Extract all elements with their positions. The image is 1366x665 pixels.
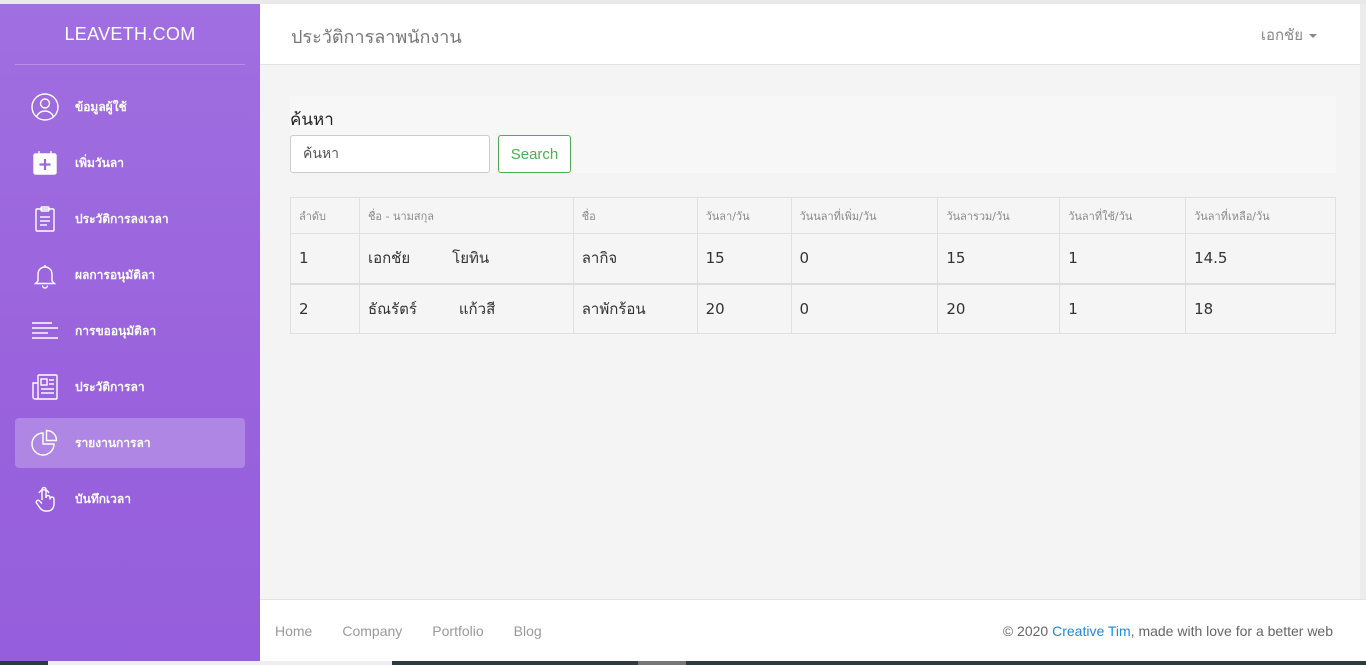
sidebar-item-label: ข้อมูลผู้ใช้ xyxy=(75,99,127,114)
sidebar-item-leave-history[interactable]: ประวัติการลา xyxy=(15,362,245,412)
search-title: ค้นหา xyxy=(290,110,334,130)
os-taskbar-edge xyxy=(0,661,1366,665)
cell-remaining-days: 14.5 xyxy=(1185,233,1336,284)
cell-leave-days: 15 xyxy=(696,233,792,284)
pie-chart-icon xyxy=(30,428,60,458)
page-title: ประวัติการลาพนักงาน xyxy=(291,27,462,48)
search-button[interactable]: Search xyxy=(498,135,571,173)
copyright-suffix: , made with love for a better web xyxy=(1130,623,1333,639)
last-name: แก้วสี xyxy=(458,299,496,318)
newspaper-icon xyxy=(30,372,60,402)
column-header: วันนลาที่เพิ่ม/วัน xyxy=(790,197,939,234)
sidebar-item-approval-result[interactable]: ผลการอนุมัติลา xyxy=(15,250,245,300)
column-header: วันลา/วัน xyxy=(696,197,792,234)
user-name: เอกชัย xyxy=(1260,26,1303,44)
column-header: ชื่อ xyxy=(572,197,698,234)
sidebar-item-label: บันทึกเวลา xyxy=(75,491,131,506)
cell-fullname: เอกชัย โยทิน xyxy=(358,233,574,284)
clipboard-icon xyxy=(30,204,60,234)
footer-link-company[interactable]: Company xyxy=(342,623,402,639)
column-header: ชื่อ - นามสกุล xyxy=(358,197,574,234)
calendar-plus-icon xyxy=(30,148,60,178)
search-panel: ค้นหา Search xyxy=(290,96,1336,173)
first-name: เอกชัย xyxy=(367,249,411,268)
taskbar-segment xyxy=(638,661,686,665)
footer: Home Company Portfolio Blog © 2020 Creat… xyxy=(260,599,1366,661)
sidebar-item-label: ผลการอนุมัติลา xyxy=(75,267,156,282)
sidebar-item-time-history[interactable]: ประวัติการลงเวลา xyxy=(15,194,245,244)
cell-total-days: 15 xyxy=(937,233,1061,284)
footer-link-blog[interactable]: Blog xyxy=(514,623,542,639)
cell-no: 1 xyxy=(290,233,360,284)
table-header-row: ลำดับ ชื่อ - นามสกุล ชื่อ วันลา/วัน วันน… xyxy=(290,197,1336,234)
footer-link-home[interactable]: Home xyxy=(275,623,312,639)
cell-fullname: ธัณรัตร์ แก้วสี xyxy=(358,282,574,334)
cell-total-days: 20 xyxy=(937,282,1061,334)
footer-link-portfolio[interactable]: Portfolio xyxy=(432,623,483,639)
leave-report-table: ลำดับ ชื่อ - นามสกุล ชื่อ วันลา/วัน วันน… xyxy=(290,197,1336,334)
cell-leave-days: 20 xyxy=(696,282,792,334)
user-dropdown[interactable]: เอกชัย xyxy=(1261,23,1317,47)
browser-top-edge xyxy=(0,0,1366,4)
sidebar-item-leave-report[interactable]: รายงานการลา xyxy=(15,418,245,468)
copyright-prefix: © 2020 xyxy=(1002,623,1053,639)
hand-pointer-icon xyxy=(30,484,60,514)
footer-links: Home Company Portfolio Blog xyxy=(275,623,542,639)
column-header: วันลาที่ใช้/วัน xyxy=(1059,197,1187,234)
search-input[interactable] xyxy=(290,135,490,173)
user-circle-icon xyxy=(30,92,60,122)
vertical-scrollbar[interactable] xyxy=(1360,4,1366,661)
text-lines-icon xyxy=(30,316,60,346)
table-row: 1 เอกชัย โยทิน ลากิจ 15 0 15 1 14.5 xyxy=(290,233,1336,284)
cell-added-days: 0 xyxy=(790,282,939,334)
sidebar-item-label: ประวัติการลา xyxy=(75,379,145,394)
taskbar-segment xyxy=(48,661,392,665)
sidebar-item-user-info[interactable]: ข้อมูลผู้ใช้ xyxy=(15,82,245,132)
cell-added-days: 0 xyxy=(790,233,939,284)
cell-no: 2 xyxy=(290,282,360,334)
sidebar-item-label: การขออนุมัติลา xyxy=(75,323,157,338)
column-header: วันลาที่เหลือ/วัน xyxy=(1185,197,1336,234)
cell-leave-type: ลากิจ xyxy=(572,233,698,284)
column-header: วันลารวม/วัน xyxy=(937,197,1061,234)
sidebar: LEAVETH.COM ข้อมูลผู้ใช้ เพิ่มวันลา ประว… xyxy=(0,4,260,661)
column-header: ลำดับ xyxy=(290,197,360,234)
cell-remaining-days: 18 xyxy=(1185,282,1336,334)
creative-tim-link[interactable]: Creative Tim xyxy=(1052,623,1131,639)
cell-used-days: 1 xyxy=(1059,282,1187,334)
bell-icon xyxy=(30,260,60,290)
brand-logo[interactable]: LEAVETH.COM xyxy=(15,4,245,65)
sidebar-item-leave-request[interactable]: การขออนุมัติลา xyxy=(15,306,245,356)
top-header: ประวัติการลาพนักงาน เอกชัย xyxy=(260,4,1366,65)
caret-down-icon xyxy=(1309,34,1317,38)
last-name: โยทิน xyxy=(452,249,490,268)
first-name: ธัณรัตร์ xyxy=(367,299,417,318)
sidebar-item-add-leave[interactable]: เพิ่มวันลา xyxy=(15,138,245,188)
cell-used-days: 1 xyxy=(1059,233,1187,284)
sidebar-item-label: เพิ่มวันลา xyxy=(75,155,124,170)
sidebar-item-time-record[interactable]: บันทึกเวลา xyxy=(15,474,245,524)
sidebar-item-label: ประวัติการลงเวลา xyxy=(75,211,169,226)
cell-leave-type: ลาพักร้อน xyxy=(572,282,698,334)
table-row: 2 ธัณรัตร์ แก้วสี ลาพักร้อน 20 0 20 1 18 xyxy=(290,282,1336,334)
sidebar-item-label: รายงานการลา xyxy=(75,435,151,450)
copyright: © 2020 Creative Tim, made with love for … xyxy=(1003,623,1333,639)
